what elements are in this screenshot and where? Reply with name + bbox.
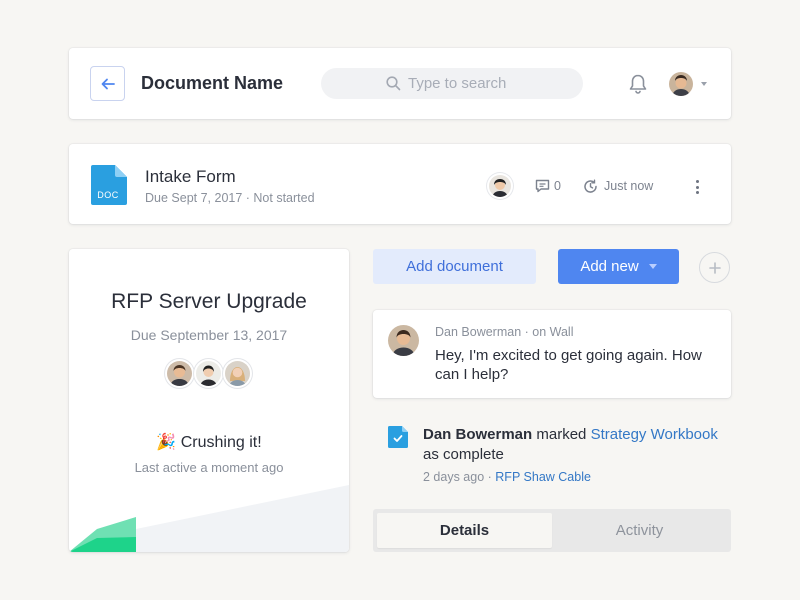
completed-doc-icon bbox=[388, 426, 408, 448]
assignee-avatar[interactable] bbox=[489, 175, 511, 197]
comment-count: 0 bbox=[554, 179, 561, 193]
tab-details[interactable]: Details bbox=[377, 513, 552, 548]
add-button[interactable] bbox=[699, 252, 730, 283]
more-options-icon[interactable] bbox=[691, 179, 703, 195]
activity-suffix: as complete bbox=[423, 446, 504, 463]
doc-file-icon: DOC bbox=[91, 165, 127, 205]
doc-icon-label: DOC bbox=[97, 190, 119, 200]
member-avatar[interactable] bbox=[196, 361, 221, 386]
author-avatar[interactable] bbox=[388, 325, 419, 356]
activity-separator: · bbox=[484, 470, 496, 484]
arrow-left-icon bbox=[101, 78, 115, 89]
activity-text: Dan Bowerman marked Strategy Workbook as… bbox=[423, 425, 723, 465]
plus-icon bbox=[708, 261, 721, 274]
add-new-button[interactable]: Add new bbox=[558, 249, 679, 284]
member-avatars bbox=[167, 361, 250, 386]
document-row[interactable]: DOC Intake Form Due Sept 7, 2017 · Not s… bbox=[69, 144, 731, 224]
activity-meta: 2 days ago · RFP Shaw Cable bbox=[423, 470, 591, 484]
message-author[interactable]: Dan Bowerman bbox=[435, 325, 521, 339]
comment-icon[interactable] bbox=[535, 179, 550, 193]
activity-actor[interactable]: Dan Bowerman bbox=[423, 426, 532, 443]
project-status: 🎉 Crushing it! bbox=[69, 432, 349, 452]
project-title: RFP Server Upgrade bbox=[111, 290, 307, 313]
add-new-label: Add new bbox=[580, 258, 639, 275]
activity-target-link[interactable]: Strategy Workbook bbox=[591, 426, 718, 443]
member-avatar[interactable] bbox=[225, 361, 250, 386]
activity-time: 2 days ago bbox=[423, 470, 485, 484]
activity-verb: marked bbox=[532, 426, 591, 443]
page-title: Document Name bbox=[141, 73, 284, 93]
tab-activity[interactable]: Activity bbox=[552, 513, 727, 548]
project-card: RFP Server Upgrade Due September 13, 201… bbox=[69, 249, 349, 552]
document-meta: Due Sept 7, 2017 · Not started bbox=[145, 191, 315, 205]
user-avatar[interactable] bbox=[669, 72, 693, 96]
wall-message: Dan Bowerman · on Wall Hey, I'm excited … bbox=[373, 310, 731, 398]
message-text: Hey, I'm excited to get going again. How… bbox=[435, 347, 702, 383]
party-popper-icon: 🎉 bbox=[156, 434, 177, 451]
message-meta: Dan Bowerman · on Wall bbox=[435, 325, 573, 339]
decorative-shape bbox=[69, 485, 349, 552]
search-icon bbox=[386, 76, 401, 91]
search-bar[interactable] bbox=[321, 68, 583, 99]
clock-icon bbox=[584, 179, 597, 193]
member-avatar[interactable] bbox=[167, 361, 192, 386]
activity-project-link[interactable]: RFP Shaw Cable bbox=[495, 470, 591, 484]
header-bar: Document Name bbox=[69, 48, 731, 119]
back-button[interactable] bbox=[90, 66, 125, 101]
bell-icon[interactable] bbox=[627, 72, 649, 96]
project-due-date: Due September 13, 2017 bbox=[130, 327, 288, 343]
chevron-down-icon[interactable] bbox=[701, 82, 707, 86]
chevron-down-icon bbox=[648, 264, 657, 269]
status-text: Crushing it! bbox=[180, 434, 262, 451]
add-document-button[interactable]: Add document bbox=[373, 249, 536, 284]
updated-time: Just now bbox=[604, 179, 654, 193]
document-title[interactable]: Intake Form bbox=[145, 167, 236, 187]
tab-bar: Details Activity bbox=[373, 509, 731, 552]
last-active: Last active a moment ago bbox=[134, 460, 284, 475]
search-input[interactable] bbox=[408, 75, 518, 92]
message-location: · on Wall bbox=[521, 325, 574, 339]
